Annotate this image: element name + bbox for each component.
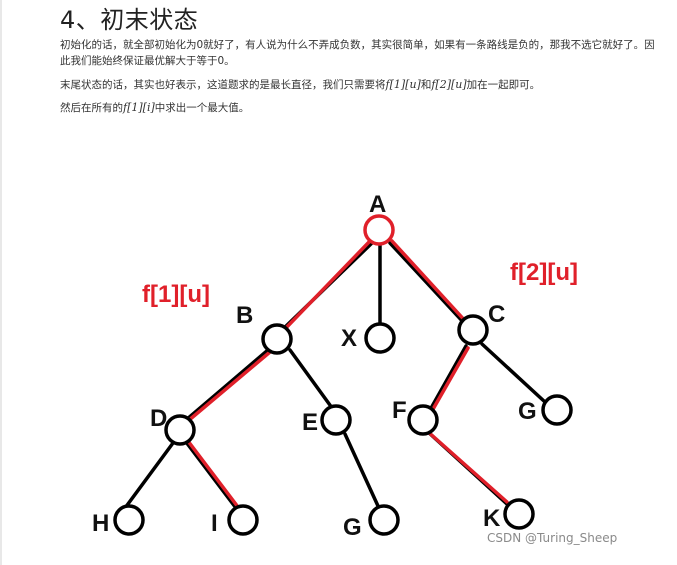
- label-x: X: [341, 325, 357, 352]
- label-e: E: [302, 409, 318, 436]
- label-g1: G: [518, 398, 537, 425]
- edge-b-d-base: [184, 348, 270, 422]
- highlight-edges: [184, 239, 510, 510]
- edge-a-c-base: [388, 241, 468, 327]
- label-g2: G: [343, 514, 362, 541]
- annotation-f1u: f[1][u]: [142, 281, 210, 308]
- label-b: B: [236, 302, 253, 329]
- node-d: [164, 414, 196, 446]
- edge-c-f-base: [428, 344, 468, 412]
- node-x: [364, 322, 396, 354]
- label-d: D: [150, 405, 167, 432]
- label-a: A: [369, 191, 386, 218]
- node-labels: A B X C D E F G H I G K: [92, 191, 537, 541]
- node-g2: [368, 504, 400, 536]
- label-k: K: [483, 505, 501, 532]
- label-i: I: [211, 510, 218, 537]
- node-c: [457, 314, 489, 346]
- node-h: [113, 504, 145, 536]
- label-c: C: [488, 301, 505, 328]
- tree-diagram: A B X C D E F G H I G K f[1][u] f[2][u]: [92, 191, 578, 541]
- csdn-watermark: CSDN @Turing_Sheep: [487, 531, 618, 545]
- annotation-f2u: f[2][u]: [510, 259, 578, 286]
- tree-nodes: [113, 214, 573, 536]
- label-h: H: [92, 510, 109, 537]
- node-k: [503, 498, 535, 530]
- label-f: F: [392, 397, 407, 424]
- edge-f-k: [424, 428, 509, 504]
- edge-a-c: [390, 239, 470, 326]
- edge-b-e: [288, 348, 337, 414]
- node-a: [363, 214, 395, 246]
- edge-a-b: [281, 239, 372, 333]
- node-g1: [541, 394, 573, 426]
- edge-b-d: [186, 350, 272, 423]
- edge-d-h: [123, 441, 175, 510]
- node-b: [261, 323, 293, 355]
- edge-d-i: [186, 439, 240, 509]
- edge-c-f: [430, 346, 470, 413]
- edge-d-i-base: [184, 440, 238, 510]
- annotations: f[1][u] f[2][u]: [142, 259, 578, 308]
- edge-e-g: [343, 432, 380, 508]
- node-e: [320, 404, 352, 436]
- edge-c-g: [480, 342, 547, 404]
- node-i: [227, 504, 259, 536]
- node-f: [407, 404, 439, 436]
